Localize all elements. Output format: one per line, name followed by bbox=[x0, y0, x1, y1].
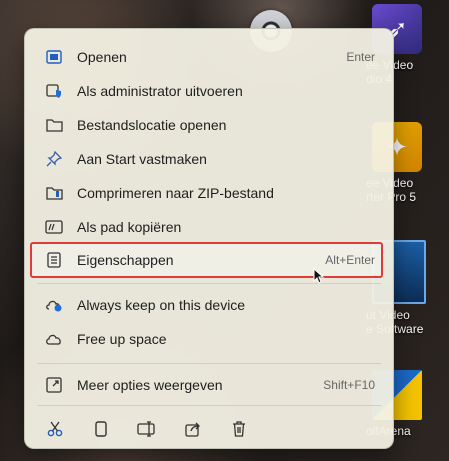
copy-path-icon bbox=[43, 220, 65, 234]
zip-icon bbox=[43, 186, 65, 200]
more-options-icon bbox=[43, 377, 65, 393]
folder-icon bbox=[43, 118, 65, 132]
menu-item-always-keep[interactable]: Always keep on this device bbox=[33, 289, 385, 321]
menu-item-open[interactable]: Openen Enter bbox=[33, 41, 385, 73]
properties-icon bbox=[43, 252, 65, 268]
menu-item-label: Openen bbox=[77, 49, 127, 65]
delete-icon[interactable] bbox=[223, 415, 255, 443]
copy-icon[interactable] bbox=[85, 415, 117, 443]
menu-separator bbox=[37, 363, 381, 364]
admin-shield-icon bbox=[43, 83, 65, 99]
mouse-cursor-icon bbox=[313, 267, 325, 289]
menu-item-label: Meer opties weergeven bbox=[77, 377, 223, 393]
context-menu: Openen Enter Als administrator uitvoeren… bbox=[24, 28, 394, 449]
menu-item-pin-to-start[interactable]: Aan Start vastmaken bbox=[33, 143, 385, 175]
cloud-icon bbox=[43, 333, 65, 345]
menu-item-label: Aan Start vastmaken bbox=[77, 151, 207, 167]
menu-item-shortcut: Alt+Enter bbox=[325, 253, 375, 267]
menu-item-label: Eigenschappen bbox=[77, 252, 174, 268]
menu-item-run-as-admin[interactable]: Als administrator uitvoeren bbox=[33, 75, 385, 107]
menu-item-label: Als pad kopiëren bbox=[77, 219, 182, 235]
cut-icon[interactable] bbox=[39, 415, 71, 443]
menu-separator bbox=[37, 283, 381, 284]
menu-item-open-file-location[interactable]: Bestandslocatie openen bbox=[33, 109, 385, 141]
menu-item-label: Bestandslocatie openen bbox=[77, 117, 227, 133]
rename-icon[interactable] bbox=[131, 415, 163, 443]
pin-icon bbox=[43, 151, 65, 167]
open-window-icon bbox=[43, 50, 65, 64]
menu-item-label: Always keep on this device bbox=[77, 297, 246, 313]
cloud-sync-icon bbox=[43, 298, 65, 312]
menu-item-label: Comprimeren naar ZIP-bestand bbox=[77, 185, 274, 201]
menu-separator bbox=[37, 405, 381, 406]
menu-item-more-options[interactable]: Meer opties weergeven Shift+F10 bbox=[33, 369, 385, 401]
menu-item-compress-zip[interactable]: Comprimeren naar ZIP-bestand bbox=[33, 177, 385, 209]
menu-toolbar bbox=[39, 415, 379, 443]
menu-item-free-up-space[interactable]: Free up space bbox=[33, 323, 385, 355]
menu-item-properties[interactable]: Eigenschappen Alt+Enter bbox=[33, 244, 385, 276]
menu-item-label: Free up space bbox=[77, 331, 167, 347]
menu-item-shortcut: Shift+F10 bbox=[323, 378, 375, 392]
share-icon[interactable] bbox=[177, 415, 209, 443]
menu-item-copy-as-path[interactable]: Als pad kopiëren bbox=[33, 211, 385, 243]
menu-item-label: Als administrator uitvoeren bbox=[77, 83, 243, 99]
menu-item-shortcut: Enter bbox=[346, 50, 375, 64]
